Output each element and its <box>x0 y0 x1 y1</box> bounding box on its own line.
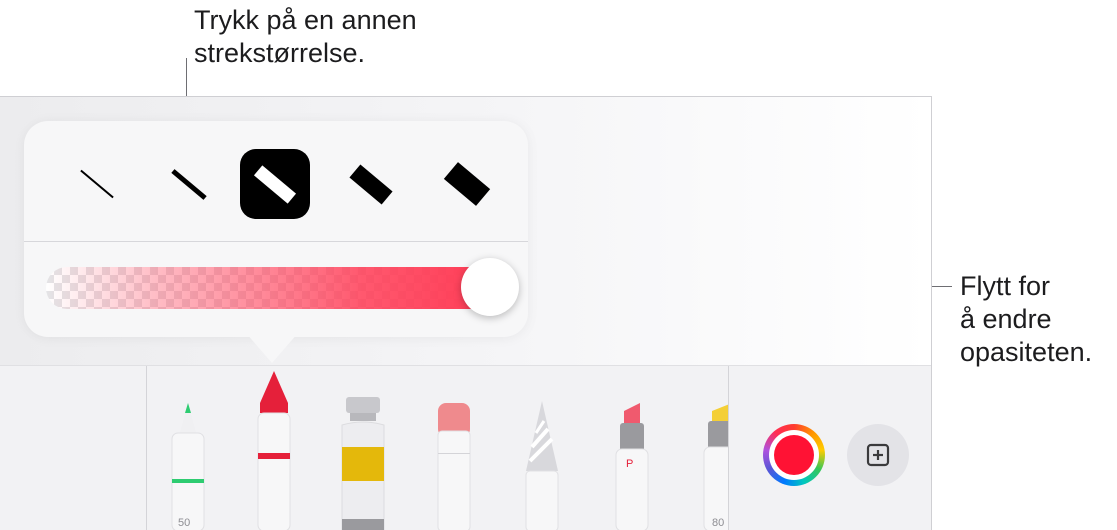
highlighter-tool[interactable]: 80 <box>702 401 728 530</box>
eraser-icon <box>437 403 471 530</box>
highlighter-opacity-label: 80 <box>712 517 725 529</box>
callout-opacity: Flytt for å endre opasiteten. <box>960 271 1093 367</box>
paint-tool[interactable] <box>338 397 388 530</box>
crayon-icon <box>257 371 291 530</box>
opacity-slider-thumb[interactable] <box>461 258 519 316</box>
drawing-toolbar: 50 P 80 <box>0 365 931 530</box>
stroke-size-2-button[interactable] <box>154 149 224 219</box>
drawing-canvas[interactable]: 50 P 80 <box>0 96 932 530</box>
stroke-size-4-button[interactable] <box>336 149 406 219</box>
stroke-thinnest-icon <box>80 169 114 199</box>
pen-width-label: 50 <box>178 517 191 529</box>
toolbar-divider-right <box>728 366 729 530</box>
toolbar-divider-left <box>146 366 147 530</box>
color-picker-button[interactable] <box>763 424 825 486</box>
stroke-size-5-button[interactable] <box>432 149 502 219</box>
stroke-popover <box>24 121 528 337</box>
current-color-swatch <box>774 435 814 475</box>
stroke-thin-icon <box>171 168 207 200</box>
popover-pointer <box>246 333 298 363</box>
stroke-size-1-button[interactable] <box>62 149 132 219</box>
pen-tool[interactable]: 50 <box>168 401 208 530</box>
stroke-thick-icon <box>349 163 393 205</box>
eraser-tool[interactable] <box>434 401 474 530</box>
pencil-icon <box>525 401 559 530</box>
marker-tool[interactable]: P <box>612 401 652 530</box>
stroke-thickest-icon <box>443 162 491 206</box>
paint-tube-icon <box>341 397 385 530</box>
add-tool-button[interactable] <box>847 424 909 486</box>
highlighter-icon <box>703 404 728 530</box>
pen-icon <box>171 403 205 530</box>
marker-icon: P <box>615 403 649 530</box>
pencil-tool[interactable] <box>522 401 562 530</box>
opacity-slider[interactable] <box>46 267 498 309</box>
crayon-tool[interactable] <box>254 369 294 530</box>
plus-square-icon <box>866 443 890 467</box>
popover-divider <box>24 241 528 242</box>
svg-text:P: P <box>626 458 633 470</box>
callout-stroke-size: Trykk på en annen strekstørrelse. <box>194 5 417 68</box>
stroke-size-3-button[interactable] <box>240 149 310 219</box>
stroke-medium-icon <box>253 164 297 204</box>
